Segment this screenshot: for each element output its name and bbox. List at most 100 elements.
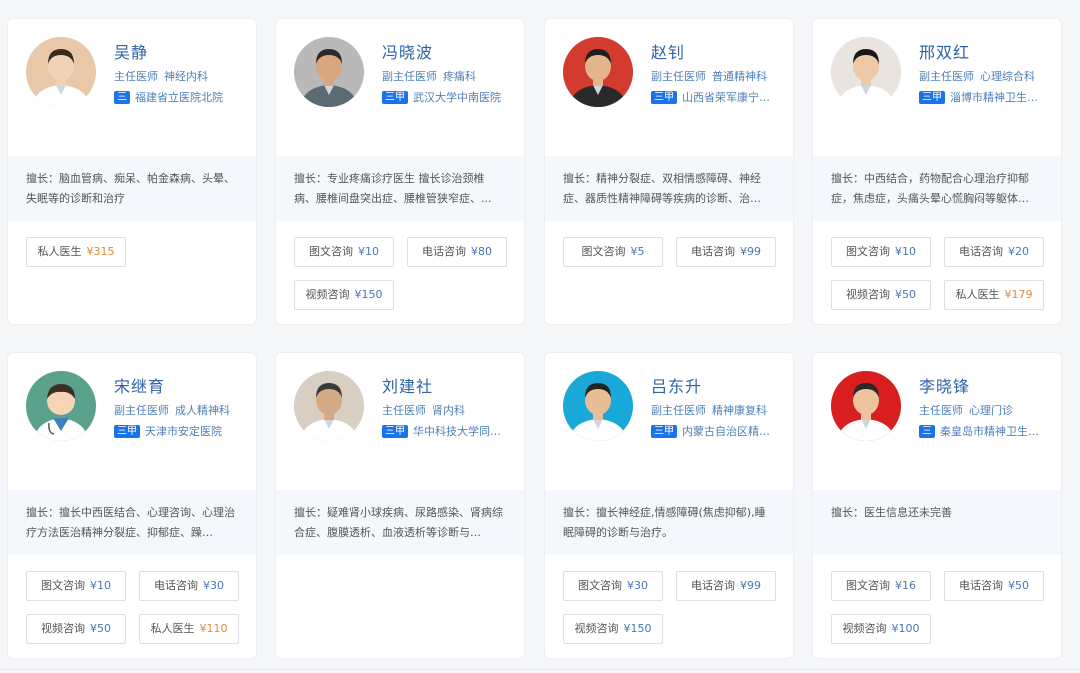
service-button[interactable]: 图文咨询 ¥10 xyxy=(831,237,931,267)
hospital-name: 淄博市精神卫生… xyxy=(950,91,1038,104)
service-label: 图文咨询 xyxy=(846,579,890,592)
service-button[interactable]: 图文咨询 ¥10 xyxy=(294,237,394,267)
service-price: ¥10 xyxy=(90,579,111,592)
service-button[interactable]: 视频咨询 ¥150 xyxy=(563,614,663,644)
doctor-specialty: 擅长：疑难肾小球疾病、尿路感染、肾病综合症、腹膜透析、血液透析等诊断与… xyxy=(276,490,524,555)
hospital-grade-badge: 三甲 xyxy=(651,91,677,104)
hospital-name: 山西省荣军康宁… xyxy=(682,91,770,104)
service-price: ¥16 xyxy=(895,579,916,592)
doctor-specialty: 擅长：脑血管病、痴呆、帕金森病、头晕、失眠等的诊断和治疗 xyxy=(8,156,256,221)
doctor-card[interactable]: 宋继育 副主任医师 成人精神科 三甲 天津市安定医院 擅长：擅长中西医结合、心理咨询… xyxy=(7,352,257,659)
service-button[interactable]: 私人医生 ¥110 xyxy=(139,614,239,644)
doctor-title: 副主任医师 xyxy=(651,404,706,417)
service-button[interactable]: 图文咨询 ¥5 xyxy=(563,237,663,267)
specialty-text: 擅长：擅长中西医结合、心理咨询、心理治疗方法医治精神分裂症、抑郁症、躁… xyxy=(26,506,235,539)
service-button[interactable]: 电话咨询 ¥99 xyxy=(676,237,776,267)
doctor-department: 疼痛科 xyxy=(443,70,476,83)
doctor-title-line: 主任医师 肾内科 xyxy=(382,402,465,418)
doctor-photo-male-icon[interactable] xyxy=(294,371,364,441)
service-price: ¥110 xyxy=(199,622,228,635)
service-price: ¥20 xyxy=(1008,245,1029,258)
service-button[interactable]: 视频咨询 ¥100 xyxy=(831,614,931,644)
doctor-card[interactable]: 冯晓波 副主任医师 疼痛科 三甲 武汉大学中南医院 擅长：专业疼痛诊疗医生 擅长诊治… xyxy=(275,18,525,325)
specialty-text: 擅长：疑难肾小球疾病、尿路感染、肾病综合症、腹膜透析、血液透析等诊断与… xyxy=(294,506,503,539)
service-label: 图文咨询 xyxy=(578,579,622,592)
doctor-name[interactable]: 冯晓波 xyxy=(382,39,433,63)
service-price: ¥99 xyxy=(740,579,761,592)
specialty-text: 擅长：脑血管病、痴呆、帕金森病、头晕、失眠等的诊断和治疗 xyxy=(26,172,235,205)
hospital-line: 三甲 武汉大学中南医院 xyxy=(382,89,522,105)
doctor-department: 肾内科 xyxy=(432,404,465,417)
service-button[interactable]: 电话咨询 ¥99 xyxy=(676,571,776,601)
doctor-specialty: 擅长：专业疼痛诊疗医生 擅长诊治颈椎病、腰椎间盘突出症、腰椎管狭窄症、... xyxy=(276,156,524,221)
service-button[interactable]: 视频咨询 ¥150 xyxy=(294,280,394,310)
doctor-specialty: 擅长：中西结合，药物配合心理治疗抑郁症，焦虑症，头痛头晕心慌胸闷等躯体… xyxy=(813,156,1061,221)
service-button[interactable]: 图文咨询 ¥16 xyxy=(831,571,931,601)
doctor-department: 心理综合科 xyxy=(980,70,1035,83)
doctor-photo-male-icon[interactable] xyxy=(563,37,633,107)
doctor-photo-female-icon[interactable] xyxy=(831,37,901,107)
hospital-name: 福建省立医院北院 xyxy=(135,91,223,104)
service-price: ¥10 xyxy=(358,245,379,258)
doctor-card[interactable]: 赵钊 副主任医师 普通精神科 三甲 山西省荣军康宁… 擅长：精神分裂症、双相情感障碍… xyxy=(544,18,794,325)
doctor-title: 副主任医师 xyxy=(651,70,706,83)
hospital-grade-badge: 三甲 xyxy=(919,91,945,104)
doctor-name[interactable]: 刘建社 xyxy=(382,373,433,397)
service-label: 电话咨询 xyxy=(691,245,735,258)
service-button[interactable]: 电话咨询 ¥30 xyxy=(139,571,239,601)
doctor-name[interactable]: 吕东升 xyxy=(651,373,702,397)
doctor-card[interactable]: 吴静 主任医师 神经内科 三福建省立医院北院 擅长：脑血管病、痴呆、帕金森病、头晕… xyxy=(7,18,257,325)
service-label: 视频咨询 xyxy=(842,622,887,635)
page-bottom-divider xyxy=(0,669,1080,670)
service-button[interactable]: 电话咨询 ¥50 xyxy=(944,571,1044,601)
doctor-title: 主任医师 xyxy=(919,404,963,417)
doctor-title-line: 副主任医师 普通精神科 xyxy=(651,68,767,84)
service-button[interactable]: 图文咨询 ¥10 xyxy=(26,571,126,601)
doctor-card[interactable]: 刘建社 主任医师 肾内科 三甲 华中科技大学同… 擅长：疑难肾小球疾病、尿路感染、肾… xyxy=(275,352,525,659)
hospital-line: 三甲 华中科技大学同… xyxy=(382,423,522,439)
doctor-name[interactable]: 李晓锋 xyxy=(919,373,970,397)
service-label: 电话咨询 xyxy=(422,245,466,258)
doctor-name[interactable]: 赵钊 xyxy=(651,39,685,63)
doctor-photo-female-icon[interactable] xyxy=(26,37,96,107)
doctor-department: 普通精神科 xyxy=(712,70,767,83)
doctor-name[interactable]: 宋继育 xyxy=(114,373,165,397)
doctor-card[interactable]: 李晓锋 主任医师 心理门诊 三秦皇岛市精神卫生… 擅长：医生信息还未完善 图文咨询… xyxy=(812,352,1062,659)
service-button[interactable]: 私人医生 ¥315 xyxy=(26,237,126,267)
default-doctor-avatar-icon[interactable] xyxy=(26,371,96,441)
doctor-department: 精神康复科 xyxy=(712,404,767,417)
doctor-specialty: 擅长：精神分裂症、双相情感障碍、神经症、器质性精神障碍等疾病的诊断、治… xyxy=(545,156,793,221)
hospital-grade-badge: 三甲 xyxy=(382,425,408,438)
service-price: ¥179 xyxy=(1004,288,1033,301)
hospital-name: 内蒙古自治区精… xyxy=(682,425,770,438)
doctor-name[interactable]: 吴静 xyxy=(114,39,148,63)
service-price: ¥50 xyxy=(90,622,111,635)
doctor-card[interactable]: 吕东升 副主任医师 精神康复科 三甲 内蒙古自治区精… 擅长：擅长神经症,情感障碍(… xyxy=(544,352,794,659)
doctor-title: 主任医师 xyxy=(114,70,158,83)
specialty-text: 擅长：精神分裂症、双相情感障碍、神经症、器质性精神障碍等疾病的诊断、治… xyxy=(563,172,761,205)
doctor-title-line: 主任医师 心理门诊 xyxy=(919,402,1013,418)
service-price: ¥150 xyxy=(623,622,652,635)
doctor-department: 心理门诊 xyxy=(969,404,1013,417)
service-button[interactable]: 电话咨询 ¥80 xyxy=(407,237,507,267)
service-label: 电话咨询 xyxy=(154,579,198,592)
service-button[interactable]: 电话咨询 ¥20 xyxy=(944,237,1044,267)
service-label: 视频咨询 xyxy=(574,622,619,635)
doctor-card[interactable]: 邢双红 副主任医师 心理综合科 三甲 淄博市精神卫生… 擅长：中西结合，药物配合心理… xyxy=(812,18,1062,325)
doctor-photo-male-icon[interactable] xyxy=(294,37,364,107)
doctor-specialty: 擅长：擅长中西医结合、心理咨询、心理治疗方法医治精神分裂症、抑郁症、躁… xyxy=(8,490,256,555)
doctor-photo-male-icon[interactable] xyxy=(831,371,901,441)
service-label: 图文咨询 xyxy=(581,245,626,258)
doctor-title: 主任医师 xyxy=(382,404,426,417)
doctor-department: 成人精神科 xyxy=(175,404,230,417)
service-button[interactable]: 视频咨询 ¥50 xyxy=(26,614,126,644)
specialty-text: 擅长：专业疼痛诊疗医生 擅长诊治颈椎病、腰椎间盘突出症、腰椎管狭窄症、... xyxy=(294,172,492,205)
doctor-name[interactable]: 邢双红 xyxy=(919,39,970,63)
service-label: 视频咨询 xyxy=(305,288,350,301)
doctor-title: 副主任医师 xyxy=(382,70,437,83)
doctor-photo-male-icon[interactable] xyxy=(563,371,633,441)
service-button[interactable]: 视频咨询 ¥50 xyxy=(831,280,931,310)
service-button[interactable]: 图文咨询 ¥30 xyxy=(563,571,663,601)
service-label: 私人医生 xyxy=(955,288,1000,301)
service-button[interactable]: 私人医生 ¥179 xyxy=(944,280,1044,310)
